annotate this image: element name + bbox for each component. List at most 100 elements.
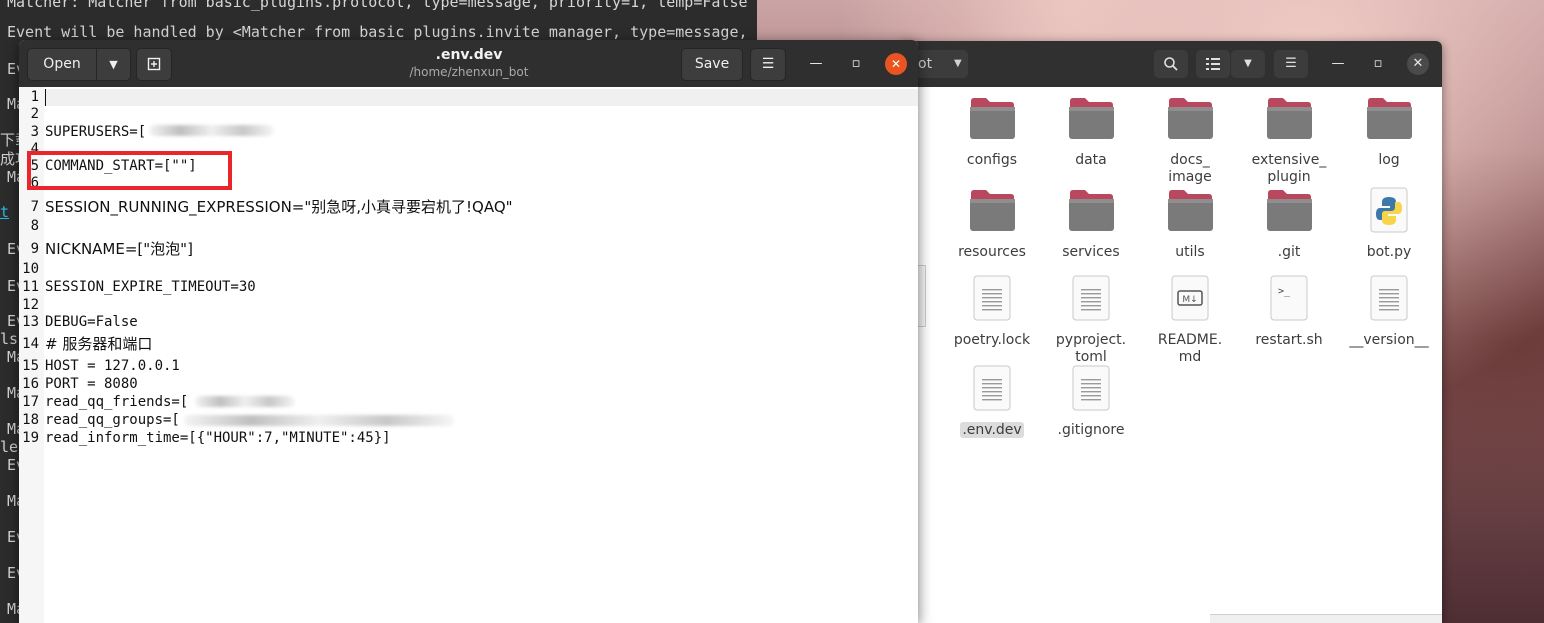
file-name-label: poetry.lock (946, 332, 1038, 349)
code-line: NICKNAME=["泡泡"] (45, 240, 193, 258)
file-name-label: resources (946, 244, 1038, 261)
line-number: 10 (22, 261, 39, 277)
close-button[interactable]: ✕ (885, 53, 907, 75)
chevron-down-icon: ▼ (954, 58, 962, 69)
markdown-file-icon: M↓ (1171, 275, 1209, 321)
terminal-line: Matcher: Matcher from basic_plugins.prot… (7, 0, 748, 11)
file-name-text: docs_ image (1168, 152, 1212, 185)
file-manager-window: ot ▼ ▼ ☰ — ▫ ✕ configs data docs_ image … (900, 41, 1442, 623)
line-number: 19 (22, 430, 39, 446)
text-file-icon (973, 275, 1011, 321)
code-line: read_qq_groups=[ (45, 412, 180, 428)
hamburger-icon: ☰ (1285, 56, 1297, 71)
file-name-label: extensive_ plugin (1243, 152, 1335, 186)
code-line: SUPERUSERS=[ (45, 124, 147, 140)
chevron-down-icon: ▼ (109, 58, 118, 71)
terminal-link[interactable]: t (0, 203, 9, 221)
editor-headerbar: Open ▼ .env.dev /home/zhenxun_bot Save ☰… (19, 40, 918, 87)
file-name-text: services (1062, 244, 1120, 260)
terminal-line: ls (0, 330, 19, 348)
minimize-button[interactable]: — (805, 53, 827, 75)
new-tab-button[interactable] (136, 48, 172, 81)
code-line: # 服务器和端口 (45, 335, 153, 353)
terminal-line: Event will be handled by <Matcher from b… (7, 23, 748, 41)
file-name-label: .env.dev (946, 422, 1038, 439)
file-name-text: log (1378, 152, 1400, 168)
code-line: read_qq_friends=[ (45, 394, 189, 410)
line-number: 15 (22, 358, 39, 374)
close-button[interactable]: ✕ (1407, 53, 1429, 75)
text-file-icon (1072, 275, 1110, 321)
file-name-label: .git (1243, 244, 1335, 261)
new-document-icon (147, 57, 161, 71)
folder-icon (1267, 190, 1312, 231)
annotation-highlight-box (27, 151, 232, 190)
file-name-text: .env.dev (960, 422, 1024, 438)
file-name-label: pyproject. toml (1045, 332, 1137, 366)
file-name-label: .gitignore (1045, 422, 1137, 439)
path-bar-label: ot (918, 56, 933, 72)
line-number: 8 (30, 218, 39, 234)
folder-icon (1168, 98, 1213, 139)
file-name-label: configs (946, 152, 1038, 169)
script-file-icon: >_ (1270, 275, 1308, 321)
save-button[interactable]: Save (681, 48, 743, 81)
file-name-text: utils (1175, 244, 1205, 260)
file-name-text: .git (1277, 244, 1301, 260)
line-number: 18 (22, 412, 39, 428)
file-name-label: restart.sh (1243, 332, 1335, 349)
maximize-button[interactable]: ▫ (1367, 53, 1389, 75)
maximize-icon: ▫ (1373, 56, 1383, 71)
list-view-icon (1206, 58, 1220, 70)
line-number: 12 (22, 297, 39, 313)
redacted-value (149, 125, 274, 136)
file-name-text: resources (958, 244, 1026, 260)
file-name-label: log (1343, 152, 1435, 169)
file-name-label: README. md (1144, 332, 1236, 366)
open-button[interactable]: Open (28, 49, 96, 80)
view-options-button[interactable]: ▼ (1231, 50, 1265, 78)
terminal-line: le (0, 438, 19, 456)
code-line: read_inform_time=[{"HOUR":7,"MINUTE":45}… (45, 430, 391, 446)
file-manager-headerbar: ot ▼ ▼ ☰ — ▫ ✕ (900, 41, 1442, 87)
minimize-button[interactable]: — (1327, 53, 1349, 75)
current-line-highlight (19, 89, 918, 106)
folder-icon (1069, 98, 1114, 139)
line-number: 2 (30, 106, 39, 122)
svg-text:M↓: M↓ (1182, 295, 1197, 305)
window-subtitle: /home/zhenxun_bot (409, 65, 529, 79)
folder-icon (1069, 190, 1114, 231)
status-bar (1210, 614, 1442, 623)
file-name-label: bot.py (1343, 244, 1435, 261)
main-menu-button[interactable]: ☰ (1274, 50, 1308, 78)
search-icon (1164, 57, 1178, 71)
text-editor-area[interactable]: 1 2 3 SUPERUSERS=[4 5 COMMAND_START=[""] 6 7 SES… (19, 87, 918, 623)
maximize-button[interactable]: ▫ (845, 53, 867, 75)
file-name-label: docs_ image (1144, 152, 1236, 186)
main-menu-button[interactable]: ☰ (750, 48, 786, 81)
search-button[interactable] (1154, 50, 1188, 78)
file-name-label: services (1045, 244, 1137, 261)
chevron-down-icon: ▼ (1244, 58, 1252, 69)
open-button-group: Open ▼ (27, 48, 131, 81)
text-file-icon (1072, 365, 1110, 411)
code-line: SESSION_RUNNING_EXPRESSION="别急呀,小真寻要宕机了!… (45, 198, 513, 216)
redacted-value (184, 415, 454, 426)
open-recent-button[interactable]: ▼ (97, 49, 130, 80)
hamburger-icon: ☰ (761, 56, 775, 72)
line-number: 1 (30, 89, 39, 105)
line-number: 13 (22, 314, 39, 330)
file-name-text: README. md (1157, 332, 1223, 365)
text-editor-window: Open ▼ .env.dev /home/zhenxun_bot Save ☰… (19, 40, 918, 623)
file-name-label: utils (1144, 244, 1236, 261)
file-name-text: restart.sh (1255, 332, 1323, 348)
file-grid: g configsdatadocs_ imageextensive_ plugi… (900, 87, 1442, 623)
file-name-text: poetry.lock (953, 332, 1031, 348)
folder-icon (970, 190, 1015, 231)
list-view-button[interactable] (1196, 50, 1230, 78)
file-name-text: __version__ (1349, 332, 1429, 348)
svg-text:>_: >_ (1278, 286, 1291, 297)
folder-icon (1367, 98, 1412, 139)
file-name-text: bot.py (1366, 244, 1412, 260)
file-name-text: .gitignore (1057, 422, 1125, 438)
